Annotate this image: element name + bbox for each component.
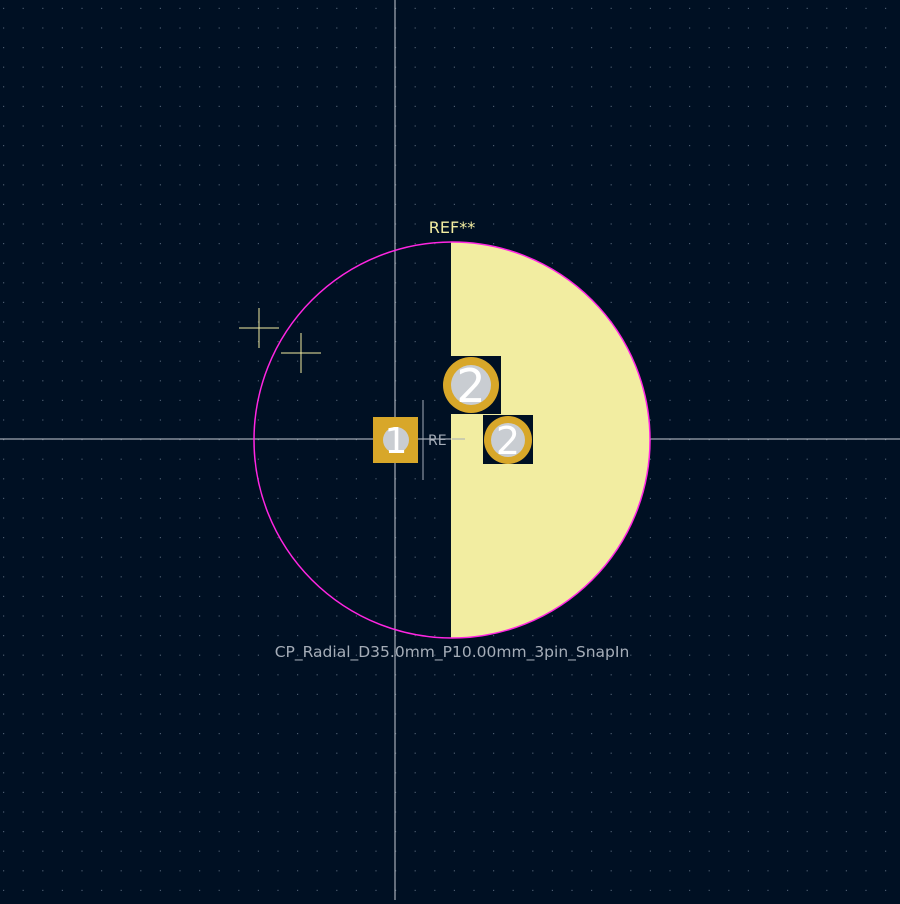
reference-designator-label[interactable]: REF** <box>429 218 475 237</box>
silkscreen-polarity-fill <box>452 242 650 638</box>
fab-reference-label: RE <box>428 433 447 449</box>
silkscreen-cross-marker-1 <box>239 308 279 348</box>
pad-2-lower-number: 2 <box>496 419 520 463</box>
pad-2-upper[interactable]: 2 <box>442 356 501 414</box>
pad-1[interactable]: 1 <box>373 417 418 463</box>
footprint-viewer[interactable]: 1 2 2 REF** RE CP_Radial_D35.0mm_P10.00m… <box>0 0 900 900</box>
pcb-footprint-canvas[interactable]: 1 2 2 REF** RE CP_Radial_D35.0mm_P10.00m… <box>0 0 900 900</box>
pad-2-lower[interactable]: 2 <box>483 415 533 464</box>
pad-2-upper-number: 2 <box>456 359 485 413</box>
silkscreen-cross-marker-2 <box>281 333 321 373</box>
grid-dots <box>3 7 887 891</box>
pad-1-number: 1 <box>385 421 408 462</box>
footprint-value-label[interactable]: CP_Radial_D35.0mm_P10.00mm_3pin_SnapIn <box>275 643 630 662</box>
